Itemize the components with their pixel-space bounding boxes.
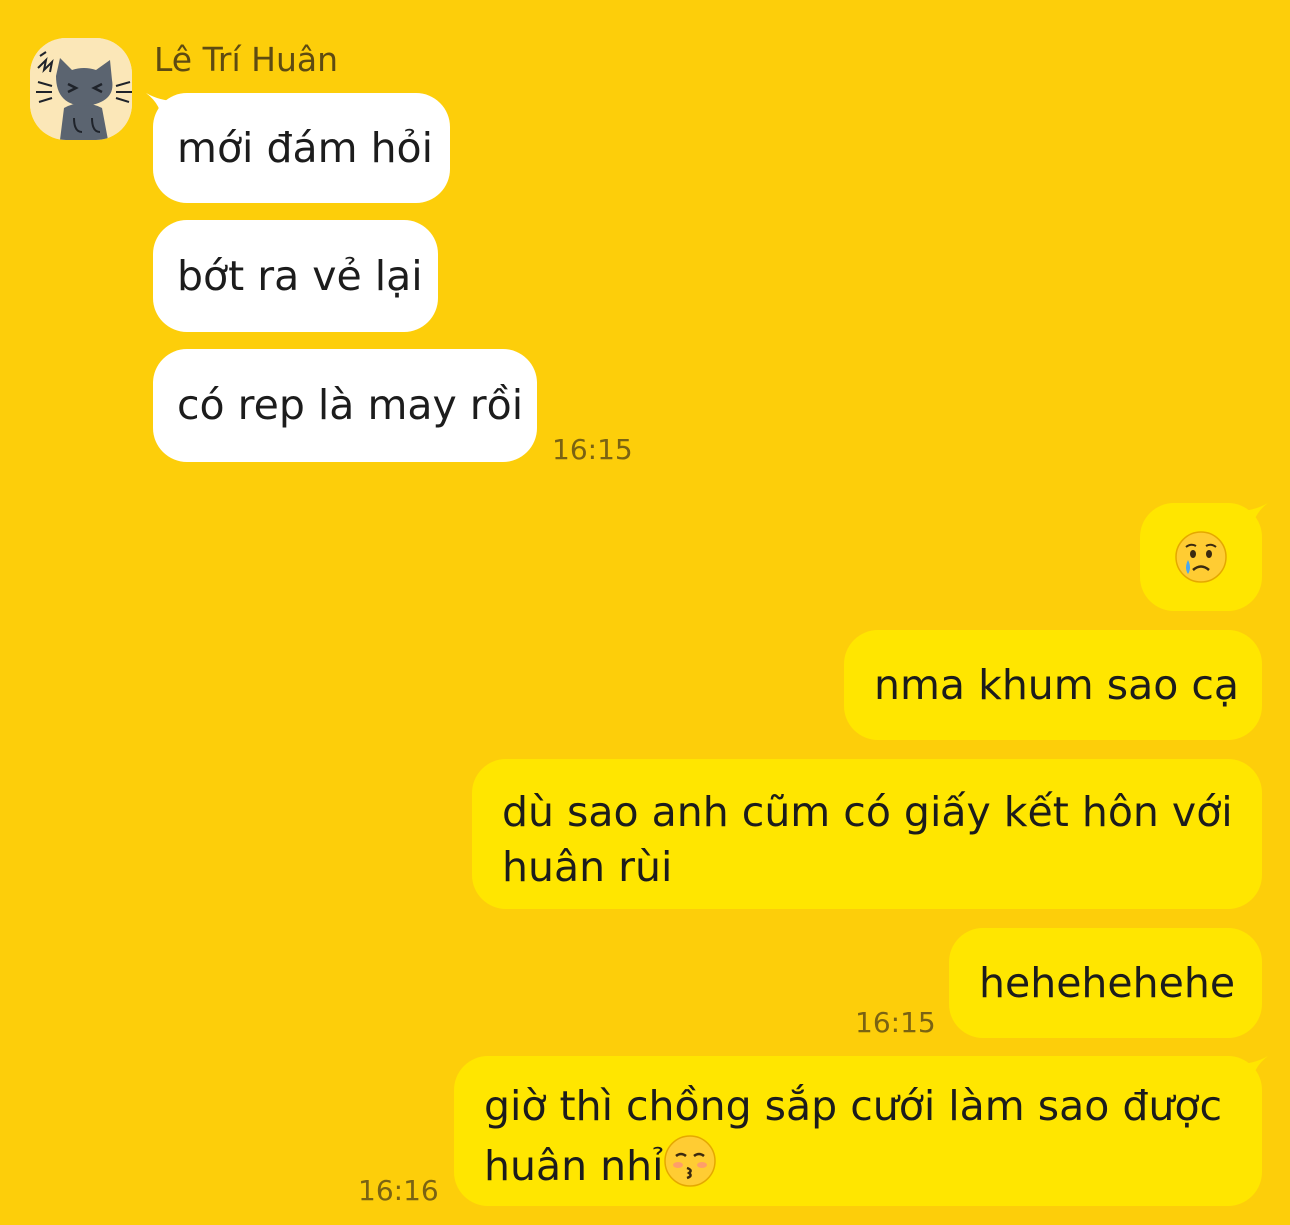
contact-avatar[interactable] (30, 38, 132, 140)
outgoing-message[interactable]: giờ thì chồng sắp cưới làm sao được huân… (454, 1056, 1262, 1206)
message-line: giờ thì chồng sắp cưới làm sao được (484, 1082, 1222, 1130)
message-line-text: huân nhỉ (484, 1142, 664, 1190)
kissing-face-emoji (664, 1135, 717, 1187)
cat-avatar-icon (30, 38, 132, 140)
incoming-message[interactable]: bớt ra vẻ lại (153, 220, 438, 332)
outgoing-message[interactable] (1140, 503, 1262, 611)
incoming-message[interactable]: có rep là may rồi (153, 349, 537, 462)
message-timestamp: 16:15 (855, 1006, 936, 1039)
message-line: huân rùi (502, 843, 673, 891)
message-timestamp: 16:15 (552, 433, 633, 466)
message-timestamp: 16:16 (358, 1174, 439, 1207)
sender-name: Lê Trí Huân (154, 40, 338, 79)
outgoing-message[interactable]: dù sao anh cũm có giấy kết hôn với huân … (472, 759, 1262, 909)
message-line: huân nhỉ (484, 1134, 1232, 1194)
incoming-message[interactable]: mới đám hỏi (153, 93, 450, 203)
outgoing-message[interactable]: nma khum sao cạ (844, 630, 1262, 740)
outgoing-message[interactable]: hehehehehe (949, 928, 1262, 1038)
crying-face-emoji (1175, 531, 1227, 583)
message-line: dù sao anh cũm có giấy kết hôn với (502, 788, 1233, 836)
